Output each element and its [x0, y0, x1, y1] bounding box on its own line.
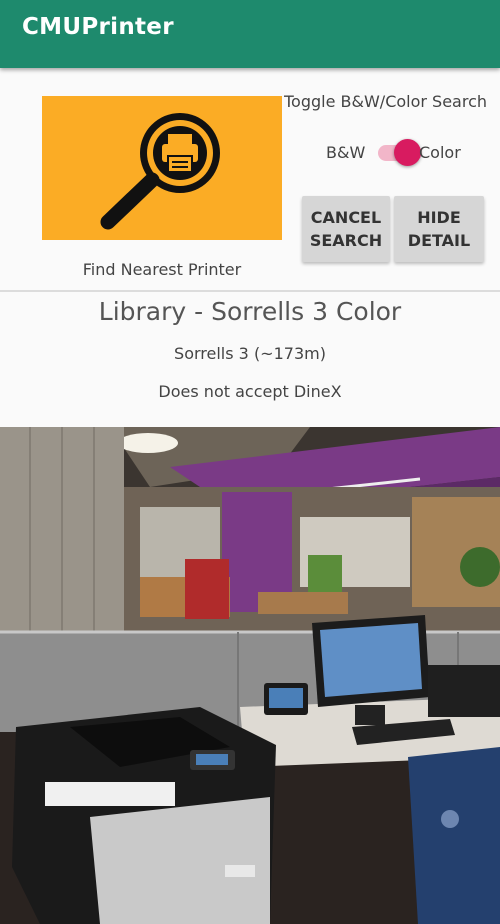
toggle-title: Toggle B&W/Color Search [284, 92, 488, 111]
switch-thumb[interactable] [394, 139, 421, 166]
cancel-search-button[interactable]: CANCEL SEARCH [302, 196, 390, 262]
printer-location-photo [0, 427, 500, 924]
magnifier-printer-icon [100, 113, 220, 230]
printer-distance: Sorrells 3 (~173m) [174, 344, 326, 363]
hide-detail-button[interactable]: HIDE DETAIL [394, 196, 484, 262]
color-label: Color [419, 143, 461, 162]
printer-location-title: Library - Sorrells 3 Color [98, 297, 402, 326]
app-bar: CMUPrinter [0, 0, 500, 68]
app-title: CMUPrinter [22, 14, 174, 40]
divider [0, 290, 500, 292]
find-nearest-printer-label: Find Nearest Printer [82, 260, 242, 279]
bw-label: B&W [326, 143, 366, 162]
dinex-status: Does not accept DineX [158, 382, 342, 401]
find-nearest-printer-button[interactable] [42, 96, 282, 240]
